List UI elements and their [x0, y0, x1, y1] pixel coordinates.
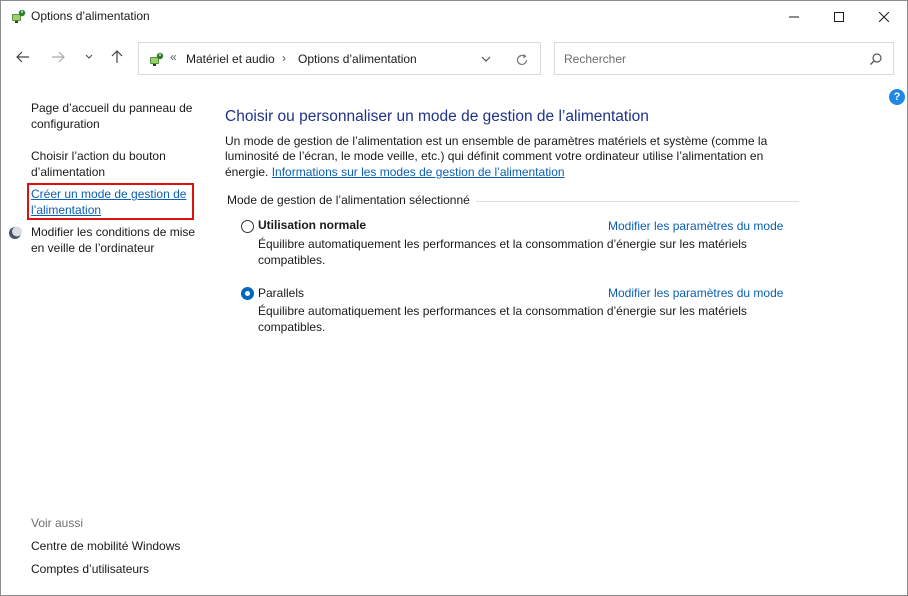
plan-radio-parallels[interactable]: [241, 287, 254, 300]
see-also-heading: Voir aussi: [31, 516, 84, 530]
close-icon: [879, 11, 889, 22]
maximize-button[interactable]: [816, 1, 862, 32]
minimize-button[interactable]: [771, 1, 817, 32]
arrow-right-icon: [52, 51, 65, 63]
navigation-bar: « Matériel et audio › Options d’alimenta…: [1, 32, 907, 86]
plan-name-balanced[interactable]: Utilisation normale: [258, 218, 366, 232]
forward-button[interactable]: [46, 44, 70, 70]
up-button[interactable]: [105, 44, 129, 70]
refresh-icon[interactable]: [514, 52, 530, 68]
address-bar[interactable]: « Matériel et audio › Options d’alimenta…: [138, 42, 541, 75]
page-title: Choisir ou personnaliser un mode de gest…: [225, 108, 649, 125]
chevron-down-icon[interactable]: [479, 52, 493, 66]
power-options-icon: [12, 9, 26, 23]
recent-locations-button[interactable]: [77, 44, 101, 70]
breadcrumb-hardware-sound[interactable]: Matériel et audio: [186, 52, 275, 66]
user-accounts-link[interactable]: Comptes d’utilisateurs: [31, 562, 149, 576]
minimize-icon: [789, 16, 799, 17]
back-button[interactable]: [11, 44, 35, 70]
change-plan-settings-link-parallels[interactable]: Modifier les paramètres du mode: [608, 286, 783, 300]
mobility-center-link[interactable]: Centre de mobilité Windows: [31, 539, 180, 553]
plan-radio-balanced[interactable]: [241, 220, 254, 233]
choose-power-button-link[interactable]: Choisir l’action du bouton d’alimentatio…: [31, 149, 201, 180]
page-description: Un mode de gestion de l’alimentation est…: [225, 134, 785, 180]
arrow-up-icon: [111, 50, 123, 63]
search-placeholder: Rechercher: [564, 52, 627, 66]
create-power-plan-link[interactable]: Créer un mode de gestion de l’alimentati…: [31, 187, 201, 218]
change-sleep-settings-link[interactable]: Modifier les conditions de mise en veill…: [31, 225, 201, 256]
power-options-window: Options d’alimentation « Matériel et aud…: [0, 0, 908, 596]
plan-name-parallels[interactable]: Parallels: [258, 286, 304, 300]
selected-plan-heading: Mode de gestion de l’alimentation sélect…: [227, 193, 476, 207]
search-input[interactable]: Rechercher: [554, 42, 894, 75]
power-plans-info-link[interactable]: Informations sur les modes de gestion de…: [272, 165, 565, 179]
search-icon[interactable]: [869, 52, 883, 66]
window-title: Options d’alimentation: [31, 9, 150, 23]
moon-icon: [9, 226, 22, 239]
chevron-down-icon: [85, 54, 93, 59]
address-overflow-chevrons[interactable]: «: [170, 50, 177, 64]
close-button[interactable]: [861, 1, 907, 32]
arrow-left-icon: [16, 51, 29, 63]
maximize-icon: [834, 11, 844, 22]
breadcrumb-power-options[interactable]: Options d’alimentation: [298, 52, 417, 66]
plan-description-parallels: Équilibre automatiquement les performanc…: [258, 304, 747, 334]
left-task-pane: Page d’accueil du panneau de configurati…: [1, 86, 211, 596]
power-options-icon: [150, 52, 164, 66]
breadcrumb-separator[interactable]: ›: [282, 51, 286, 65]
plan-description-balanced: Équilibre automatiquement les performanc…: [258, 237, 747, 267]
change-plan-settings-link-balanced[interactable]: Modifier les paramètres du mode: [608, 219, 783, 233]
title-bar: Options d’alimentation: [1, 1, 907, 32]
help-icon[interactable]: ?: [889, 89, 905, 105]
control-panel-home-link[interactable]: Page d’accueil du panneau de configurati…: [31, 101, 201, 132]
